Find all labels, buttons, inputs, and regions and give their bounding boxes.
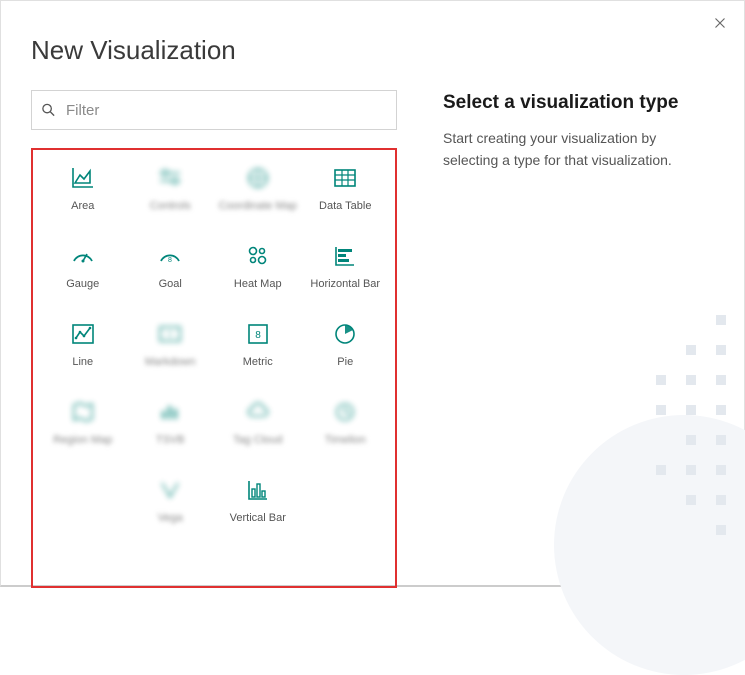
viz-area[interactable]: Area xyxy=(39,164,127,212)
viz-label: TSVB xyxy=(156,434,185,446)
vertical-bar-icon xyxy=(244,476,272,504)
tag-cloud-icon xyxy=(244,398,272,426)
help-description: Start creating your visualization by sel… xyxy=(443,128,714,171)
viz-label: Line xyxy=(72,356,93,368)
coordinate-map-icon xyxy=(244,164,272,192)
viz-label: Markdown xyxy=(145,356,196,368)
viz-label: Vertical Bar xyxy=(230,512,286,524)
close-icon xyxy=(714,17,726,29)
pie-icon xyxy=(331,320,359,348)
viz-vertical-bar[interactable]: Vertical Bar xyxy=(214,476,302,524)
viz-label: Metric xyxy=(243,356,273,368)
svg-text:8: 8 xyxy=(168,257,172,264)
viz-label: Controls xyxy=(150,200,191,212)
line-icon xyxy=(69,320,97,348)
viz-label: Coordinate Map xyxy=(219,200,297,212)
viz-label: Timelion xyxy=(325,434,366,446)
viz-label: Goal xyxy=(159,278,182,290)
left-panel: Area Controls Coordinate Map xyxy=(31,90,397,588)
metric-icon: 8 xyxy=(244,320,272,348)
close-button[interactable] xyxy=(712,15,728,31)
heat-map-icon xyxy=(244,242,272,270)
markdown-icon: T xyxy=(156,320,184,348)
viz-tsvb[interactable]: TSVB xyxy=(127,398,215,446)
viz-horizontal-bar[interactable]: Horizontal Bar xyxy=(302,242,390,290)
horizontal-bar-icon xyxy=(331,242,359,270)
viz-label: Area xyxy=(71,200,94,212)
viz-region-map[interactable]: Region Map xyxy=(39,398,127,446)
visualization-grid: Area Controls Coordinate Map xyxy=(39,164,389,524)
svg-text:T: T xyxy=(168,331,173,340)
region-map-icon xyxy=(69,398,97,426)
help-panel: Select a visualization type Start creati… xyxy=(397,90,714,588)
goal-icon: 8 xyxy=(156,242,184,270)
viz-pie[interactable]: Pie xyxy=(302,320,390,368)
highlighted-region: Area Controls Coordinate Map xyxy=(31,148,397,588)
search-icon xyxy=(41,103,56,118)
filter-input[interactable] xyxy=(31,90,397,130)
viz-label: Region Map xyxy=(53,434,112,446)
viz-goal[interactable]: 8 Goal xyxy=(127,242,215,290)
viz-label: Vega xyxy=(158,512,183,524)
timelion-icon xyxy=(331,398,359,426)
viz-label: Tag Cloud xyxy=(233,434,283,446)
controls-icon xyxy=(156,164,184,192)
viz-gauge[interactable]: Gauge xyxy=(39,242,127,290)
viz-markdown[interactable]: T Markdown xyxy=(127,320,215,368)
viz-vega[interactable]: Vega xyxy=(127,476,215,524)
vega-icon xyxy=(156,476,184,504)
viz-tag-cloud[interactable]: Tag Cloud xyxy=(214,398,302,446)
dialog-title: New Visualization xyxy=(1,1,744,66)
viz-label: Pie xyxy=(337,356,353,368)
viz-label: Gauge xyxy=(66,278,99,290)
viz-coordinate-map[interactable]: Coordinate Map xyxy=(214,164,302,212)
viz-data-table[interactable]: Data Table xyxy=(302,164,390,212)
help-title: Select a visualization type xyxy=(443,92,714,114)
viz-label: Heat Map xyxy=(234,278,282,290)
viz-line[interactable]: Line xyxy=(39,320,127,368)
viz-metric[interactable]: 8 Metric xyxy=(214,320,302,368)
data-table-icon xyxy=(331,164,359,192)
tsvb-icon xyxy=(156,398,184,426)
viz-controls[interactable]: Controls xyxy=(127,164,215,212)
viz-label: Horizontal Bar xyxy=(310,278,380,290)
area-icon xyxy=(69,164,97,192)
svg-text:8: 8 xyxy=(255,330,261,341)
gauge-icon xyxy=(69,242,97,270)
viz-timelion[interactable]: Timelion xyxy=(302,398,390,446)
viz-label: Data Table xyxy=(319,200,371,212)
viz-heat-map[interactable]: Heat Map xyxy=(214,242,302,290)
